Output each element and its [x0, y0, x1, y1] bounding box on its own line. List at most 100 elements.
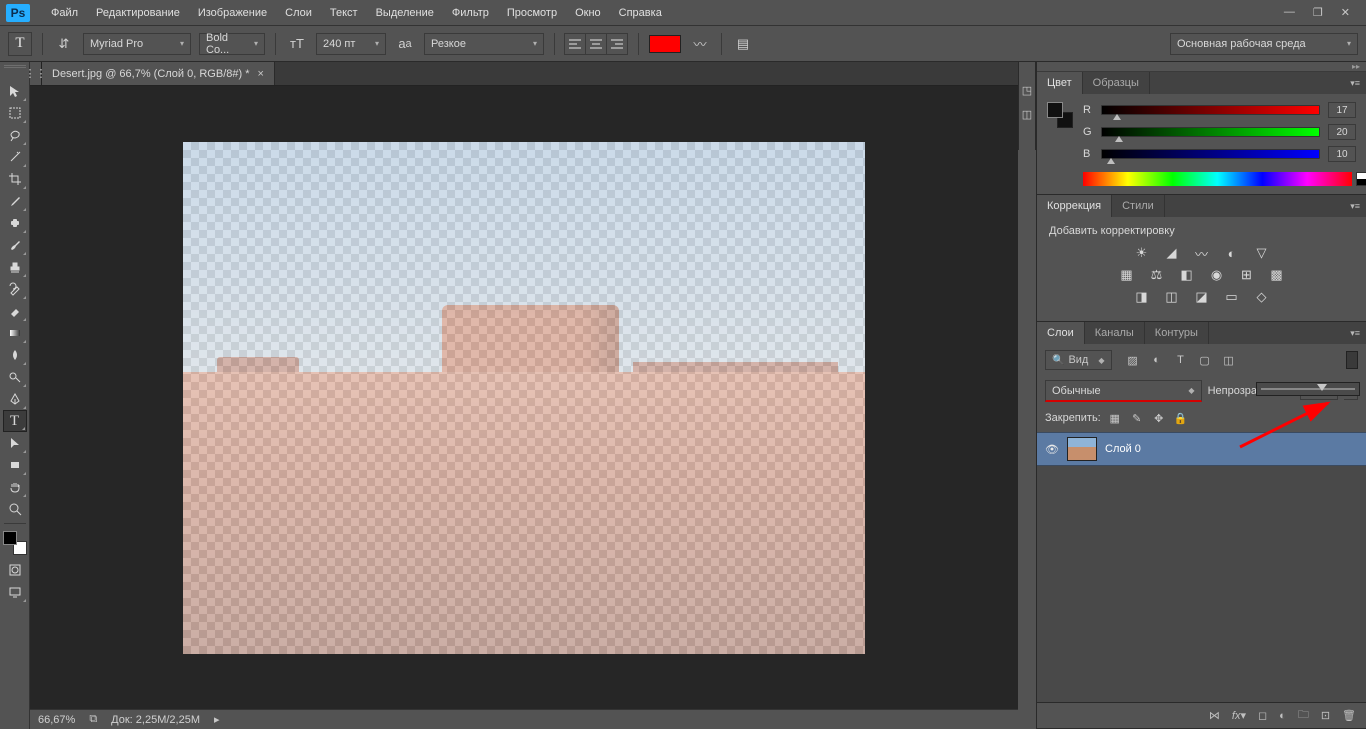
canvas[interactable] — [183, 142, 865, 654]
lock-position-icon[interactable]: ✥ — [1151, 410, 1167, 426]
pen-tool-icon[interactable] — [3, 388, 27, 410]
tab-paths[interactable]: Контуры — [1145, 322, 1209, 344]
window-restore-icon[interactable]: ❐ — [1313, 6, 1323, 19]
properties-panel-icon[interactable]: ◫ — [1019, 106, 1035, 122]
status-menu-icon[interactable]: ▸ — [214, 713, 220, 726]
warp-text-icon[interactable]: 〰 — [689, 33, 711, 55]
lock-transparent-icon[interactable]: ▦ — [1107, 410, 1123, 426]
filter-smart-icon[interactable]: ◫ — [1220, 351, 1238, 369]
new-adjustment-icon[interactable]: ◐ — [1279, 710, 1286, 722]
panel-menu-icon[interactable]: ▾≡ — [1344, 72, 1366, 94]
window-close-icon[interactable]: ✕ — [1341, 6, 1350, 19]
menu-view[interactable]: Просмотр — [498, 0, 566, 26]
menu-filter[interactable]: Фильтр — [443, 0, 498, 26]
tab-color[interactable]: Цвет — [1037, 72, 1083, 94]
blur-tool-icon[interactable] — [3, 344, 27, 366]
r-slider[interactable] — [1101, 105, 1320, 115]
dock-expand-icon[interactable]: ▸▸ — [1037, 62, 1366, 72]
type-tool-icon[interactable]: T — [3, 410, 27, 432]
font-family-select[interactable]: Myriad Pro▾ — [83, 33, 191, 55]
magic-wand-tool-icon[interactable] — [3, 146, 27, 168]
workspace-select[interactable]: Основная рабочая среда▾ — [1170, 33, 1358, 55]
tab-swatches[interactable]: Образцы — [1083, 72, 1150, 94]
filter-shape-icon[interactable]: ▢ — [1196, 351, 1214, 369]
balance-icon[interactable]: ⚖ — [1147, 267, 1167, 283]
lasso-tool-icon[interactable] — [3, 124, 27, 146]
mixer-icon[interactable]: ⊞ — [1237, 267, 1257, 283]
color-fgbg-swatch[interactable] — [1047, 102, 1073, 128]
dodge-tool-icon[interactable] — [3, 366, 27, 388]
eraser-tool-icon[interactable] — [3, 300, 27, 322]
opacity-slider-popup[interactable] — [1256, 382, 1360, 396]
marquee-tool-icon[interactable] — [3, 102, 27, 124]
photofilter-icon[interactable]: ◉ — [1207, 267, 1227, 283]
align-right-icon[interactable] — [606, 33, 628, 55]
panel-menu-icon[interactable]: ▾≡ — [1344, 322, 1366, 344]
window-minimize-icon[interactable]: — — [1284, 6, 1295, 19]
menu-text[interactable]: Текст — [321, 0, 367, 26]
font-size-select[interactable]: 240 пт▾ — [316, 33, 386, 55]
filter-toggle[interactable] — [1346, 351, 1358, 369]
panel-menu-icon[interactable]: ▾≡ — [1344, 195, 1366, 217]
new-layer-icon[interactable]: ⊡ — [1321, 709, 1330, 722]
brush-tool-icon[interactable] — [3, 234, 27, 256]
path-select-tool-icon[interactable] — [3, 432, 27, 454]
new-group-icon[interactable]: 🗀 — [1298, 706, 1309, 725]
stamp-tool-icon[interactable] — [3, 256, 27, 278]
menu-image[interactable]: Изображение — [189, 0, 276, 26]
tool-preset-icon[interactable]: T — [8, 32, 32, 56]
gradient-tool-icon[interactable] — [3, 322, 27, 344]
antialias-select[interactable]: Резкое▾ — [424, 33, 544, 55]
fgbg-color-swatch[interactable] — [3, 531, 27, 555]
curves-icon[interactable]: 〰 — [1192, 245, 1212, 261]
menu-select[interactable]: Выделение — [367, 0, 443, 26]
delete-layer-icon[interactable]: 🗑 — [1342, 709, 1356, 722]
align-center-icon[interactable] — [585, 33, 607, 55]
g-slider[interactable] — [1101, 127, 1320, 137]
exposure-icon[interactable]: ◐ — [1222, 245, 1242, 261]
levels-icon[interactable]: ◢ — [1162, 245, 1182, 261]
zoom-tool-icon[interactable] — [3, 498, 27, 520]
selective-icon[interactable]: ◇ — [1252, 289, 1272, 305]
layer-row[interactable]: 👁 Слой 0 — [1037, 432, 1366, 466]
vibrance-icon[interactable]: ▽ — [1252, 245, 1272, 261]
g-value[interactable]: 20 — [1328, 124, 1356, 140]
text-orientation-icon[interactable]: ⇵ — [53, 33, 75, 55]
tab-layers[interactable]: Слои — [1037, 322, 1085, 344]
b-slider[interactable] — [1101, 149, 1320, 159]
visibility-icon[interactable]: 👁 — [1045, 443, 1059, 456]
status-icon[interactable]: ⧉ — [89, 713, 97, 726]
gradmap-icon[interactable]: ▭ — [1222, 289, 1242, 305]
menu-window[interactable]: Окно — [566, 0, 610, 26]
zoom-level[interactable]: 66,67% — [38, 714, 75, 726]
layer-thumbnail[interactable] — [1067, 437, 1097, 461]
lookup-icon[interactable]: ▩ — [1267, 267, 1287, 283]
filter-type-icon[interactable]: T — [1172, 351, 1190, 369]
document-tab[interactable]: Desert.jpg @ 66,7% (Слой 0, RGB/8#) * × — [42, 62, 275, 85]
healing-tool-icon[interactable] — [3, 212, 27, 234]
invert-icon[interactable]: ◨ — [1132, 289, 1152, 305]
filter-adjust-icon[interactable]: ◐ — [1148, 351, 1166, 369]
character-panel-icon[interactable]: ▤ — [732, 33, 754, 55]
crop-tool-icon[interactable] — [3, 168, 27, 190]
hue-icon[interactable]: ▦ — [1117, 267, 1137, 283]
close-tab-icon[interactable]: × — [257, 68, 263, 80]
tab-adjustments[interactable]: Коррекция — [1037, 195, 1112, 217]
text-color-swatch[interactable] — [649, 35, 681, 53]
history-panel-icon[interactable]: ◳ — [1019, 82, 1035, 98]
layer-mask-icon[interactable]: ◻ — [1258, 709, 1267, 722]
history-brush-tool-icon[interactable] — [3, 278, 27, 300]
lock-paint-icon[interactable]: ✎ — [1129, 410, 1145, 426]
menu-file[interactable]: Файл — [42, 0, 87, 26]
b-value[interactable]: 10 — [1328, 146, 1356, 162]
move-tool-icon[interactable] — [3, 80, 27, 102]
menu-layers[interactable]: Слои — [276, 0, 321, 26]
quickmask-icon[interactable] — [3, 559, 27, 581]
lock-all-icon[interactable]: 🔒 — [1173, 410, 1189, 426]
layer-name[interactable]: Слой 0 — [1105, 443, 1141, 455]
brightness-icon[interactable]: ☀ — [1132, 245, 1152, 261]
bw-icon[interactable]: ◧ — [1177, 267, 1197, 283]
color-spectrum[interactable] — [1083, 172, 1352, 186]
link-layers-icon[interactable]: ⋈ — [1209, 709, 1220, 722]
tab-styles[interactable]: Стили — [1112, 195, 1165, 217]
